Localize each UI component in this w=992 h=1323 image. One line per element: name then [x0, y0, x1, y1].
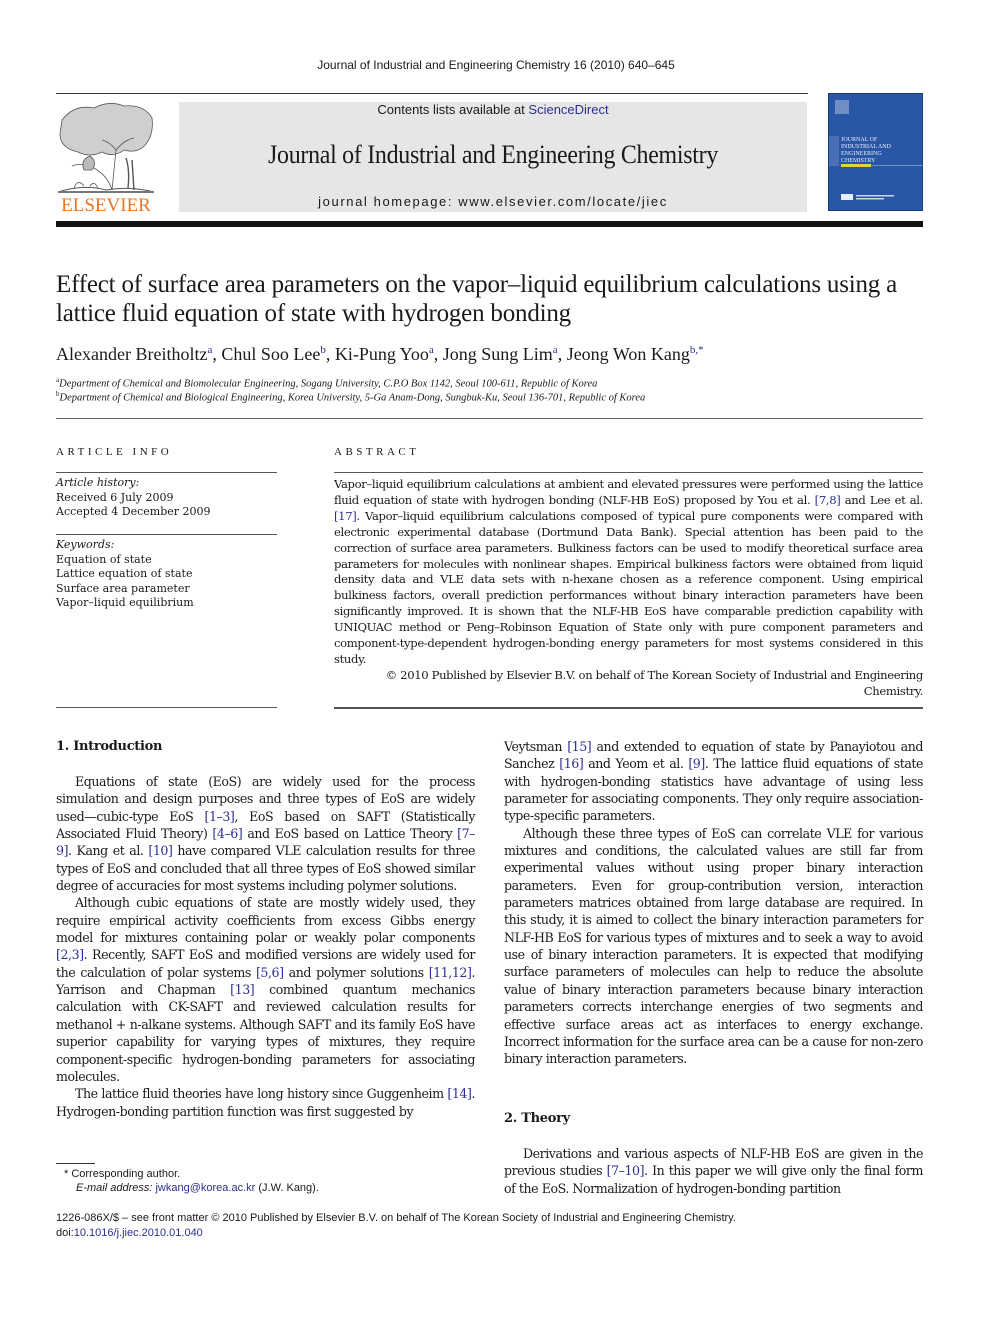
header-rule	[56, 93, 808, 94]
cover-title-line: JOURNAL OF	[841, 137, 878, 143]
citation-link[interactable]: [7,8]	[815, 493, 841, 507]
divider	[56, 534, 277, 535]
journal-homepage-link[interactable]: journal homepage: www.elsevier.com/locat…	[179, 194, 807, 209]
citation-link[interactable]: [15]	[567, 739, 592, 754]
keyword: Surface area parameter	[56, 581, 190, 595]
author[interactable]: Chul Soo Leeb,	[221, 344, 335, 364]
text-run: combined quantum mechanics calculation w…	[56, 982, 475, 1084]
keyword: Equation of state	[56, 552, 152, 566]
journal-cover-thumbnail[interactable]: JOURNAL OF INDUSTRIAL AND ENGINEERING CH…	[828, 93, 924, 211]
citation-link[interactable]: [4–6]	[212, 826, 242, 841]
journal-title: Journal of Industrial and Engineering Ch…	[267, 140, 719, 169]
divider	[334, 707, 923, 709]
text-run: and polymer solutions	[283, 964, 429, 980]
author[interactable]: Ki-Pung Yooa,	[335, 344, 443, 364]
doi-label: doi:	[56, 1227, 74, 1239]
doi-line: doi:10.1016/j.jiec.2010.01.040	[56, 1227, 203, 1239]
citation-link[interactable]: [17]	[334, 509, 357, 523]
email-note: E-mail address: jwkang@korea.ac.kr (J.W.…	[76, 1182, 319, 1194]
divider	[56, 472, 277, 473]
cover-title-line: INDUSTRIAL AND	[841, 144, 892, 150]
citation-link[interactable]: [13]	[230, 982, 255, 997]
affiliation: bDepartment of Chemical and Biological E…	[56, 390, 646, 404]
email-link[interactable]: jwkang@korea.ac.kr	[155, 1182, 255, 1194]
sciencedirect-link[interactable]: ScienceDirect	[528, 102, 608, 117]
author[interactable]: Alexander Breitholtza,	[56, 344, 221, 364]
affiliation: aDepartment of Chemical and Biomolecular…	[56, 376, 598, 390]
elsevier-tree-icon: ELSEVIER	[57, 103, 155, 216]
header-divider	[56, 221, 923, 227]
citation-link[interactable]: [2,3]	[56, 947, 84, 962]
body-column-right: Veytsman [15] and extended to equation o…	[504, 738, 923, 1068]
keyword: Vapor–liquid equilibrium	[56, 596, 194, 609]
divider	[56, 418, 923, 419]
citation-link[interactable]: [11,12]	[429, 965, 472, 980]
article-history: Article history: Received 6 July 2009 Ac…	[56, 476, 277, 520]
cover-title-line: ENGINEERING	[841, 151, 882, 157]
body-column-right-theory: Derivations and various aspects of NLF-H…	[504, 1145, 923, 1197]
text-run: Veytsman	[504, 739, 568, 754]
article-info-heading: ARTICLE INFO	[56, 446, 173, 458]
cover-title-line: CHEMISTRY	[841, 158, 876, 164]
paragraph: Veytsman [15] and extended to equation o…	[504, 738, 923, 825]
contents-line: Contents lists available at ScienceDirec…	[179, 102, 807, 117]
divider	[56, 707, 277, 708]
history-label: Article history:	[56, 476, 140, 489]
body-column-left: Equations of state (EoS) are widely used…	[56, 773, 475, 1120]
citation-link[interactable]: [1–3]	[205, 809, 235, 824]
paragraph: The lattice fluid theories have long his…	[56, 1085, 475, 1120]
text-run: . Kang et al.	[68, 843, 149, 859]
received-date: Received 6 July 2009	[56, 490, 174, 504]
paragraph: Equations of state (EoS) are widely used…	[56, 773, 475, 894]
paper-title: Effect of surface area parameters on the…	[56, 271, 898, 327]
citation-link[interactable]: [5,6]	[256, 965, 284, 980]
text-run: and EoS based on Lattice Theory	[242, 826, 458, 842]
elsevier-wordmark: ELSEVIER	[61, 195, 151, 214]
cover-logo-icon	[835, 100, 849, 114]
doi-link[interactable]: 10.1016/j.jiec.2010.01.040	[74, 1227, 203, 1239]
abstract-text: Vapor–liquid equilibrium calculations at…	[334, 477, 923, 668]
section-heading-introduction: 1. Introduction	[56, 739, 163, 754]
citation-link[interactable]: [10]	[148, 843, 173, 858]
text-run: and Lee et al.	[840, 492, 924, 507]
running-head: Journal of Industrial and Engineering Ch…	[317, 58, 675, 72]
paragraph: Although these three types of EoS can co…	[504, 825, 923, 1068]
keyword: Lattice equation of state	[56, 567, 193, 580]
paragraph: Derivations and various aspects of NLF-H…	[504, 1145, 923, 1197]
citation-link[interactable]: [7–10]	[607, 1163, 645, 1178]
abstract-heading: ABSTRACT	[334, 446, 420, 458]
corresponding-author-note: * Corresponding author.	[64, 1168, 181, 1180]
divider	[334, 472, 923, 473]
text-run: and Yeom et al.	[583, 756, 689, 772]
affiliation-mark: b,*	[689, 344, 704, 356]
paragraph: Although cubic equations of state are mo…	[56, 894, 475, 1085]
journal-header-box: Contents lists available at ScienceDirec…	[179, 102, 807, 212]
text-run: The lattice fluid theories have long his…	[75, 1086, 448, 1102]
section-heading-theory: 2. Theory	[504, 1111, 570, 1126]
citation-link[interactable]: [16]	[559, 756, 584, 771]
citation-link[interactable]: [9]	[688, 756, 705, 771]
front-matter-note: 1226-086X/$ – see front matter © 2010 Pu…	[56, 1212, 736, 1224]
text-run: . Vapor–liquid equilibrium calculations …	[334, 508, 923, 666]
contents-prefix: Contents lists available at	[377, 102, 529, 117]
elsevier-logo[interactable]: ELSEVIER	[54, 100, 158, 216]
keywords: Keywords: Equation of state Lattice equa…	[56, 538, 277, 611]
accepted-date: Accepted 4 December 2009	[56, 505, 211, 518]
text-run: Although these three types of EoS can co…	[504, 825, 923, 1067]
author[interactable]: Jeong Won Kangb,*	[567, 344, 704, 364]
text-run: Although cubic equations of state are mo…	[56, 895, 475, 946]
citation-link[interactable]: [14]	[447, 1086, 472, 1101]
author-list: Alexander Breitholtza, Chul Soo Leeb, Ki…	[56, 344, 936, 365]
author[interactable]: Jong Sung Lima,	[443, 344, 567, 364]
email-label: E-mail address:	[76, 1182, 156, 1194]
keywords-label: Keywords:	[56, 538, 115, 551]
abstract-copyright: © 2010 Published by Elsevier B.V. on beh…	[385, 668, 924, 698]
footnote-divider	[56, 1163, 95, 1164]
